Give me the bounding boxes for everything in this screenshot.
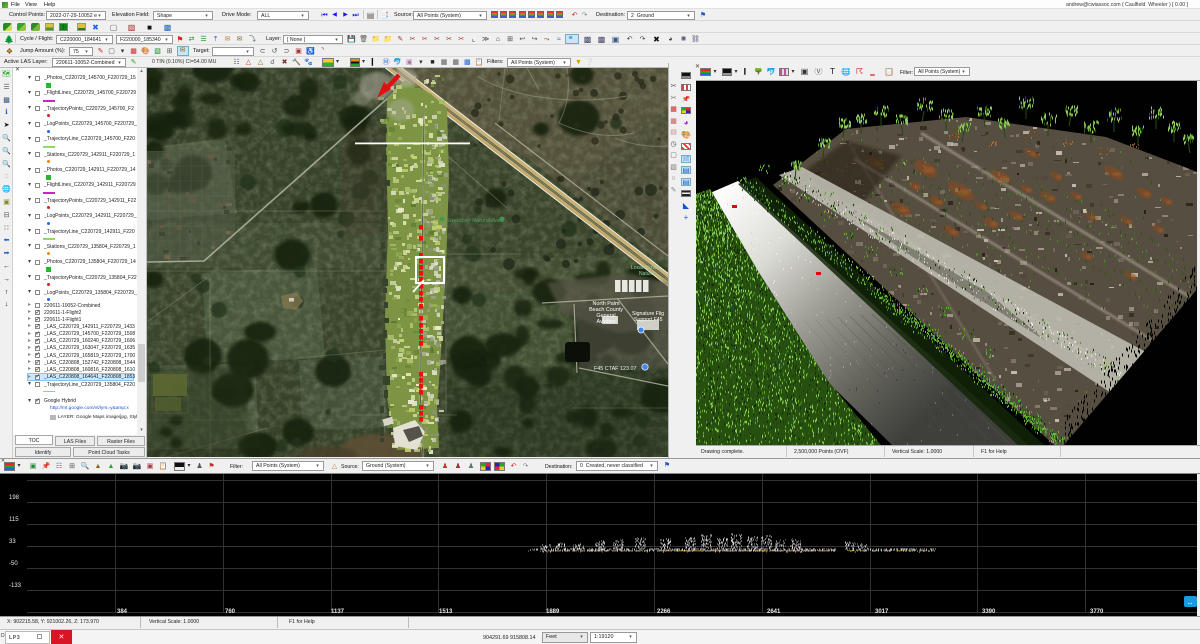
svg-text:↔: ↔ <box>1187 600 1194 607</box>
svg-text:3390: 3390 <box>982 609 996 615</box>
svg-text:1513: 1513 <box>439 609 453 615</box>
svg-text:198: 198 <box>9 495 20 501</box>
svg-text:115: 115 <box>9 517 19 523</box>
svg-text:1137: 1137 <box>331 609 345 615</box>
svg-text:3017: 3017 <box>875 609 889 615</box>
svg-text:2641: 2641 <box>767 609 781 615</box>
svg-text:F45 CTAF 123.07: F45 CTAF 123.07 <box>594 366 636 372</box>
svg-text:-50: -50 <box>9 561 18 567</box>
svg-text:Natura: Natura <box>639 271 654 277</box>
svg-text:760: 760 <box>225 609 236 615</box>
svg-text:Aviation: Aviation <box>596 319 615 325</box>
svg-text:3770: 3770 <box>1090 609 1104 615</box>
svg-text:1889: 1889 <box>546 609 560 615</box>
svg-text:2266: 2266 <box>657 609 671 615</box>
svg-text:-133: -133 <box>9 583 22 589</box>
svg-text:Sweetbay Natural Area: Sweetbay Natural Area <box>446 218 503 224</box>
svg-text:384: 384 <box>117 609 128 615</box>
svg-text:33: 33 <box>9 539 16 545</box>
svg-text:Support F45: Support F45 <box>634 317 663 323</box>
